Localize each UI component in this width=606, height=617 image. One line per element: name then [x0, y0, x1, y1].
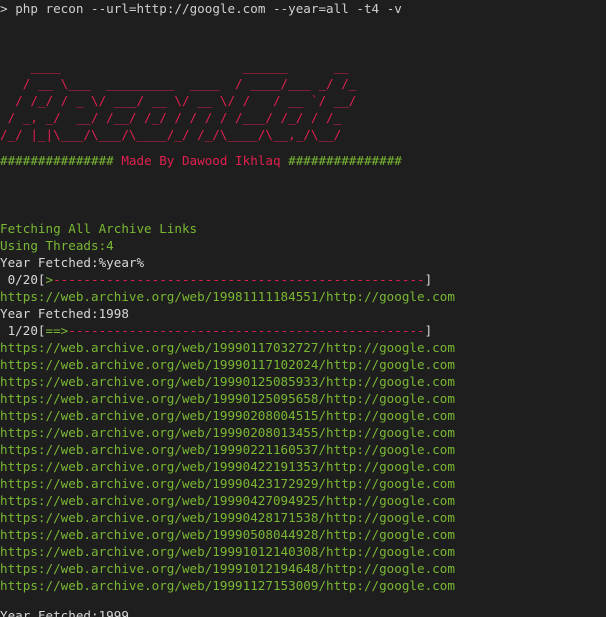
progress-arrow: >	[45, 272, 54, 287]
archive-link: https://web.archive.org/web/199904231729…	[0, 476, 455, 491]
hash-left: ###############	[0, 153, 114, 168]
progress-label: 0/20[	[0, 272, 46, 287]
command-line: > php recon --url=http://google.com --ye…	[0, 0, 606, 17]
archive-link: https://web.archive.org/web/199904221913…	[0, 459, 455, 474]
archive-link: https://web.archive.org/web/199910121946…	[0, 561, 455, 576]
archive-link: https://web.archive.org/web/199911271530…	[0, 578, 455, 593]
progress-arrow: ==>	[45, 323, 69, 338]
prompt-symbol: >	[0, 1, 8, 16]
fetching-status: Fetching All Archive Links	[0, 221, 198, 236]
banner-line: / /_/ / _ \/ ___/ __ \/ __ \/ / / __ `/ …	[0, 93, 357, 108]
archive-link: https://web.archive.org/web/199902080134…	[0, 425, 455, 440]
archive-link: https://web.archive.org/web/199902211605…	[0, 442, 455, 457]
ascii-banner: ____ ______ __ / __ \___ _________ ____ …	[0, 58, 606, 143]
archive-link: https://web.archive.org/web/199901171020…	[0, 357, 455, 372]
progress-track: ----------------------------------------…	[53, 272, 425, 287]
progress-bar: 1/20[==>--------------------------------…	[0, 322, 606, 339]
terminal-window[interactable]: > php recon --url=http://google.com --ye…	[0, 0, 606, 617]
banner-line: /_/ |_|\___/\___/\____/_/ /_/\____/\__,_…	[0, 127, 342, 142]
archive-link: https://web.archive.org/web/199904270949…	[0, 493, 455, 508]
archive-link: https://web.archive.org/web/199910121403…	[0, 544, 455, 559]
archive-link: https://web.archive.org/web/199901250859…	[0, 374, 455, 389]
progress-label: 1/20[	[0, 323, 46, 338]
year-fetched: Year Fetched:%year%	[0, 255, 145, 270]
hash-right: ###############	[288, 153, 402, 168]
made-by-text: Made By Dawood Ikhlaq	[113, 153, 289, 168]
progress-close: ]	[424, 323, 433, 338]
threads-status: Using Threads:4	[0, 238, 114, 253]
archive-link: https://web.archive.org/web/199901250956…	[0, 391, 455, 406]
banner-line: / __ \___ _________ ____ / ____/___ _/ /…	[0, 76, 357, 91]
progress-bar: 0/20[>----------------------------------…	[0, 271, 606, 288]
made-by-line: ############### Made By Dawood Ikhlaq ##…	[0, 152, 606, 169]
archive-link: https://web.archive.org/web/199902080045…	[0, 408, 455, 423]
archive-link: https://web.archive.org/web/199905080449…	[0, 527, 455, 542]
banner-line: ____ ______ __	[0, 59, 349, 74]
archive-link: https://web.archive.org/web/199811111845…	[0, 289, 455, 304]
banner-line: / _, _/ __/ /__/ /_/ / / / / /___/ /_/ /…	[0, 110, 342, 125]
progress-track: ----------------------------------------…	[68, 323, 425, 338]
year-fetched: Year Fetched:1998	[0, 306, 129, 321]
archive-link: https://web.archive.org/web/199901170327…	[0, 340, 455, 355]
year-fetched: Year Fetched:1999	[0, 608, 129, 617]
progress-close: ]	[424, 272, 433, 287]
command-text: php recon --url=http://google.com --year…	[15, 1, 402, 16]
archive-link: https://web.archive.org/web/199904281715…	[0, 510, 455, 525]
